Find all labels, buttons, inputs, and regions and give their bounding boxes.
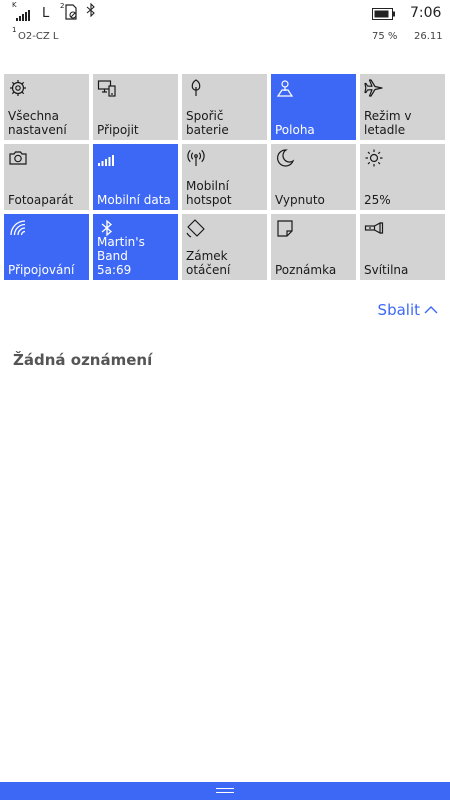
chevron-up-icon	[424, 306, 438, 314]
rotation-lock-icon	[186, 219, 205, 238]
connect-icon	[97, 80, 116, 97]
flashlight-icon	[364, 221, 384, 235]
signal-strength: K	[12, 1, 32, 21]
tile-label: Vypnuto	[275, 193, 325, 207]
action-center-screen: { "status": { "signal_superscript": "K",…	[0, 0, 450, 800]
tile-label: Poloha	[275, 123, 315, 137]
note-icon	[277, 220, 293, 237]
tile-wifi[interactable]: Připojování	[4, 214, 89, 280]
tile-battery-saver[interactable]: Spořič baterie	[182, 74, 267, 140]
cellular-data-icon	[98, 155, 114, 166]
tile-bluetooth[interactable]: Martin's Band 5a:69	[93, 214, 178, 280]
tile-label: Všechna nastavení	[8, 109, 67, 137]
tile-label: Mobilní hotspot	[186, 179, 232, 207]
wifi-icon	[10, 220, 26, 236]
battery-icon	[372, 8, 395, 20]
gear-icon	[10, 80, 26, 96]
tile-airplane-mode[interactable]: Režim v letadle	[360, 74, 445, 140]
tile-label: Režim v letadle	[364, 109, 412, 137]
brightness-icon	[365, 149, 383, 167]
carrier-name: O2-CZ L	[18, 31, 59, 42]
signal-bars-icon	[16, 10, 30, 21]
airplane-icon	[364, 79, 383, 97]
tile-connect[interactable]: Připojit	[93, 74, 178, 140]
tile-label: 25%	[364, 193, 391, 207]
collapse-label: Sbalit	[377, 301, 420, 319]
tile-label: Svítilna	[364, 263, 409, 277]
tile-flashlight[interactable]: Svítilna	[360, 214, 445, 280]
drag-handle-icon	[216, 788, 234, 794]
tile-quiet-hours[interactable]: Vypnuto	[271, 144, 356, 210]
status-bar: K L 2 1 O2-CZ L 7:06 75 % 26.11	[0, 0, 450, 46]
tile-mobile-data[interactable]: Mobilní data	[93, 144, 178, 210]
tile-location[interactable]: Poloha	[271, 74, 356, 140]
date: 26.11	[414, 31, 443, 42]
bluetooth-status-icon	[86, 3, 95, 17]
sim1-superscript: 1	[12, 26, 17, 34]
tile-label: Fotoaparát	[8, 193, 74, 207]
location-icon	[276, 80, 294, 97]
tile-label: Zámek otáčení	[186, 249, 231, 277]
network-type: L	[42, 6, 50, 21]
quiet-hours-moon-icon	[277, 149, 295, 167]
tile-mobile-hotspot[interactable]: Mobilní hotspot	[182, 144, 267, 210]
battery-saver-icon	[191, 79, 201, 96]
no-notifications-text: Žádná oznámení	[13, 351, 153, 369]
tile-note[interactable]: Poznámka	[271, 214, 356, 280]
signal-superscript: K	[12, 1, 17, 9]
tile-label: Mobilní data	[97, 193, 171, 207]
tile-rotation-lock[interactable]: Zámek otáčení	[182, 214, 267, 280]
tile-all-settings[interactable]: Všechna nastavení	[4, 74, 89, 140]
tile-label: Připojit	[97, 123, 139, 137]
clock: 7:06	[410, 5, 442, 21]
no-sim-icon	[65, 4, 77, 20]
tile-camera[interactable]: Fotoaparát	[4, 144, 89, 210]
battery-percentage: 75 %	[372, 31, 398, 42]
drag-handle-bar[interactable]	[0, 782, 450, 800]
tile-label: Martin's Band 5a:69	[97, 235, 145, 277]
collapse-button[interactable]: Sbalit	[378, 301, 438, 319]
tile-brightness[interactable]: 25%	[360, 144, 445, 210]
camera-icon	[9, 151, 27, 165]
sim2-status: 2	[60, 2, 80, 22]
tile-label: Spořič baterie	[186, 109, 229, 137]
tile-label: Poznámka	[275, 263, 337, 277]
tile-label: Připojování	[8, 263, 75, 277]
hotspot-icon	[187, 149, 205, 166]
